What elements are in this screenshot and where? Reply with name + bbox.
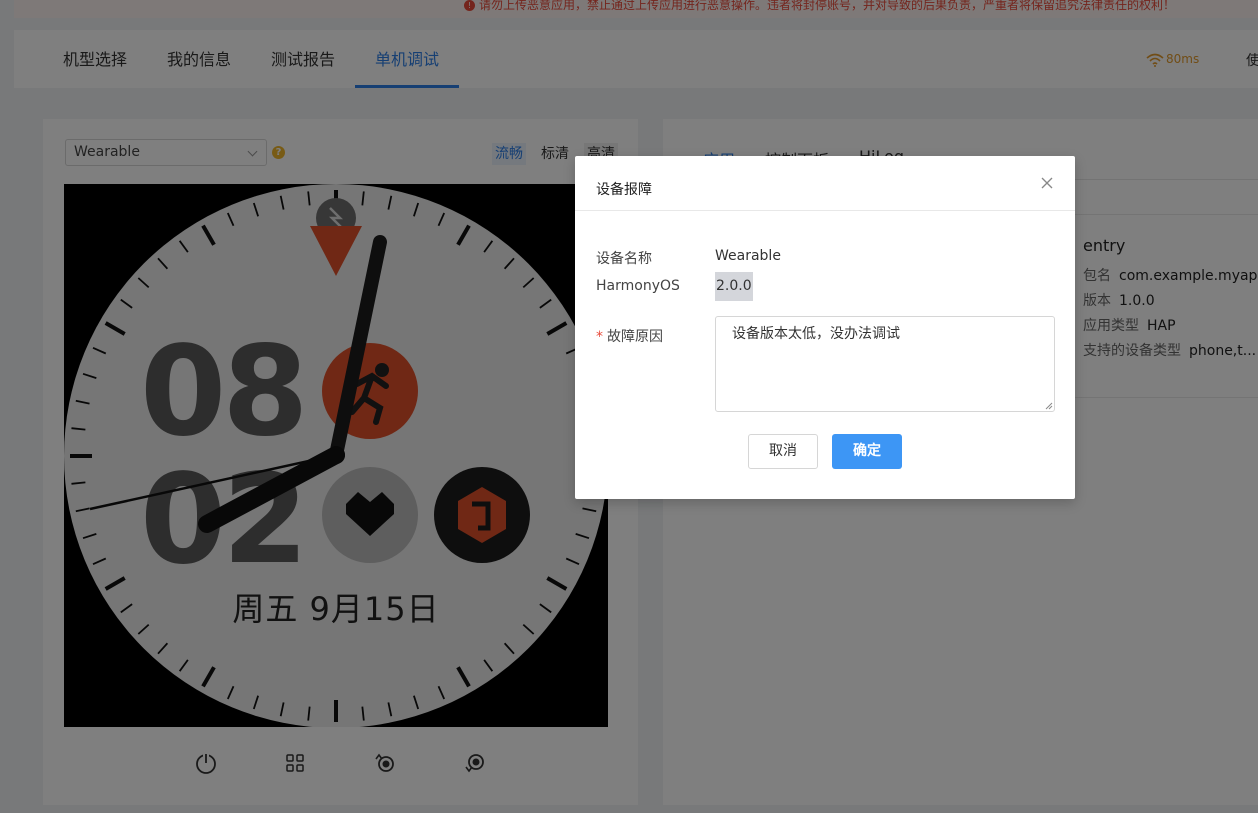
resize-handle-icon[interactable]: [1045, 402, 1053, 410]
device-name-value: Wearable: [715, 248, 781, 264]
close-icon[interactable]: [1037, 173, 1057, 193]
os-version-value: 2.0.0: [715, 272, 753, 301]
device-name-label: 设备名称: [596, 251, 652, 267]
reason-textarea[interactable]: 设备版本太低，没办法调试: [715, 316, 1055, 412]
required-mark: *: [596, 329, 603, 345]
dialog-divider: [575, 210, 1075, 211]
dialog-title: 设备报障: [596, 182, 652, 198]
fault-report-dialog: 设备报障 设备名称 Wearable HarmonyOS 2.0.0 * 故障原因…: [575, 156, 1075, 499]
cancel-button[interactable]: 取消: [748, 434, 818, 469]
os-label: HarmonyOS: [596, 278, 680, 294]
confirm-button[interactable]: 确定: [832, 434, 902, 469]
reason-label: * 故障原因: [596, 329, 663, 345]
